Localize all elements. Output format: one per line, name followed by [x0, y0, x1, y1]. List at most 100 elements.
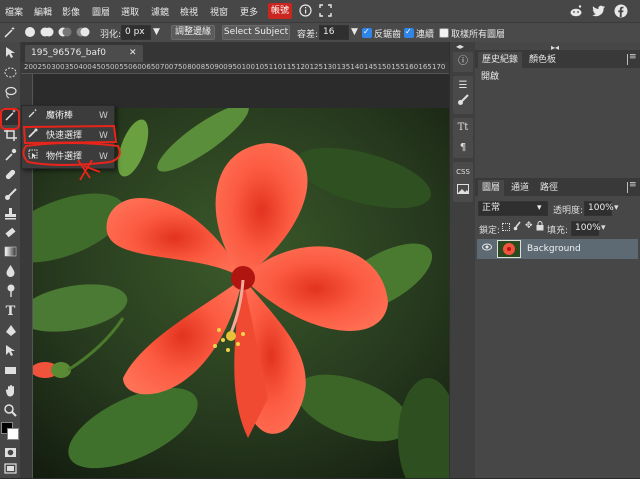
- brush-tool-icon[interactable]: [2, 188, 19, 205]
- properties-panel-icon[interactable]: ☰: [453, 76, 473, 96]
- info-icon[interactable]: [298, 4, 312, 18]
- eye-icon[interactable]: [482, 243, 492, 254]
- feather-dropdown-icon[interactable]: ▼: [153, 27, 160, 37]
- fill-label: 填充:: [547, 226, 569, 236]
- background-color-swatch[interactable]: [7, 428, 19, 440]
- quick-mask-icon[interactable]: [2, 446, 19, 463]
- fullscreen-icon[interactable]: [318, 4, 332, 18]
- contiguous-checkbox[interactable]: [404, 27, 414, 38]
- antialias-checkbox[interactable]: [362, 27, 372, 38]
- eraser-tool-icon[interactable]: [2, 226, 19, 243]
- tab-swatches[interactable]: 顏色板: [525, 52, 560, 68]
- paragraph-panel-icon[interactable]: ¶: [453, 138, 473, 158]
- marquee-tool-icon[interactable]: [2, 66, 19, 83]
- tab-paths[interactable]: 路徑: [536, 180, 562, 196]
- sample-all-layers-checkbox[interactable]: [439, 28, 449, 38]
- fill-input[interactable]: 100%: [571, 221, 601, 236]
- zoom-tool-icon[interactable]: [2, 404, 19, 421]
- history-panel-menu-icon[interactable]: [627, 52, 637, 65]
- menu-window[interactable]: 視窗: [210, 5, 228, 18]
- hand-tool-icon[interactable]: [2, 384, 19, 401]
- document-tab[interactable]: 195_96576_baf0 ✕: [25, 45, 143, 62]
- select-subject-button[interactable]: Select Subject: [222, 25, 290, 40]
- contiguous-label: 連續: [416, 30, 435, 40]
- add-selection-icon[interactable]: [40, 26, 54, 41]
- new-selection-icon[interactable]: [24, 26, 36, 41]
- ruler-tick-label: 900: [214, 63, 228, 71]
- fill-dropdown-icon[interactable]: ▾: [601, 223, 606, 233]
- tolerance-dropdown-icon[interactable]: ▼: [351, 27, 358, 37]
- move-tool-icon[interactable]: [2, 46, 19, 63]
- ruler-tick-label: 145: [364, 63, 378, 71]
- collapse-arrows-icon[interactable]: ◂▸: [456, 42, 464, 51]
- menu-image[interactable]: 影像: [62, 5, 80, 18]
- lock-label: 鎖定:: [479, 226, 501, 236]
- ruler-tick-label: 135: [336, 63, 351, 71]
- subtract-selection-icon[interactable]: [58, 26, 72, 41]
- ruler-tick-label: 120: [296, 63, 310, 71]
- blend-mode-select[interactable]: 正常 ▾: [478, 201, 548, 216]
- ruler-tick-label: 160: [404, 63, 419, 71]
- document-tab-bar: 195_96576_baf0 ✕: [21, 42, 449, 62]
- reddit-icon[interactable]: [569, 4, 583, 18]
- tab-channels[interactable]: 通道: [507, 180, 533, 196]
- layer-row-background[interactable]: Background: [477, 239, 638, 259]
- ruler-tick-label: 400: [78, 63, 92, 71]
- ruler-tick-label: 550: [119, 63, 133, 71]
- tab-layers[interactable]: 圖層: [478, 180, 505, 196]
- blend-mode-value: 正常: [482, 203, 501, 213]
- account-button[interactable]: 帳號: [268, 3, 292, 19]
- screen-mode-icon[interactable]: [2, 462, 19, 479]
- document-tab-name: 195_96576_baf0: [31, 48, 106, 58]
- close-tab-icon[interactable]: ✕: [129, 45, 137, 62]
- lock-all-icon[interactable]: [536, 221, 544, 234]
- image-panel-icon[interactable]: [453, 182, 473, 202]
- gradient-tool-icon[interactable]: [2, 245, 19, 262]
- menu-select[interactable]: 選取: [121, 5, 139, 18]
- right-panels: ▸◂ 歷史紀錄 顏色板 開啟 圖層 通道 路徑 正常 ▾ 透明度: 100% ▾…: [475, 42, 640, 478]
- ruler-tick-label: 850: [200, 63, 215, 71]
- ruler-tick-label: 170: [432, 63, 446, 71]
- intersect-selection-icon[interactable]: [76, 26, 90, 41]
- path-select-tool-icon[interactable]: [2, 344, 19, 361]
- horizontal-ruler: 200 250 300 350 400 450 500 550 600 650 700 750 800 8…: [21, 62, 449, 74]
- twitter-icon[interactable]: [592, 4, 606, 18]
- menu-filter[interactable]: 濾鏡: [151, 5, 169, 18]
- clone-stamp-tool-icon[interactable]: [2, 207, 19, 224]
- lock-transparency-icon[interactable]: [502, 223, 510, 231]
- lock-pixels-icon[interactable]: [513, 221, 522, 234]
- pen-tool-icon[interactable]: [2, 324, 19, 341]
- antialias-label: 反鋸齒: [374, 30, 402, 40]
- type-tool-icon[interactable]: T: [2, 303, 19, 320]
- opacity-input[interactable]: 100%: [584, 201, 614, 216]
- opacity-label: 透明度:: [553, 206, 584, 216]
- brush-panel-icon[interactable]: [453, 94, 473, 114]
- menu-file[interactable]: 檔案: [5, 5, 23, 18]
- ruler-tick-label: 105: [255, 63, 269, 71]
- feather-input[interactable]: 0 px: [121, 25, 151, 40]
- sample-all-layers-label: 取樣所有圖層: [451, 30, 506, 40]
- opacity-dropdown-icon[interactable]: ▾: [614, 203, 619, 213]
- menu-more[interactable]: 更多: [240, 5, 258, 18]
- ruler-tick-label: 115: [282, 63, 296, 71]
- layers-panel-menu-icon[interactable]: [627, 180, 637, 193]
- menu-view[interactable]: 檢視: [180, 5, 198, 18]
- history-panel-tabs: 歷史紀錄 顏色板: [475, 50, 640, 68]
- lock-position-icon[interactable]: ✥: [525, 221, 533, 231]
- tolerance-input[interactable]: 16: [319, 25, 349, 40]
- info-panel-icon[interactable]: ⓘ: [453, 52, 473, 72]
- ruler-tick-label: 200: [24, 63, 38, 71]
- layer-name: Background: [527, 244, 581, 254]
- tab-history[interactable]: 歷史紀錄: [478, 52, 523, 68]
- history-item[interactable]: 開啟: [477, 70, 638, 84]
- css-panel-icon[interactable]: CSS: [453, 162, 473, 182]
- facebook-icon[interactable]: [614, 4, 628, 18]
- blur-tool-icon[interactable]: [2, 264, 19, 281]
- shape-tool-icon[interactable]: [2, 364, 19, 381]
- character-panel-icon[interactable]: Tt: [453, 118, 473, 138]
- dodge-tool-icon[interactable]: [2, 284, 19, 301]
- ruler-tick-label: 250: [37, 63, 51, 71]
- menu-edit[interactable]: 編輯: [34, 5, 52, 18]
- refine-edge-button[interactable]: 調整邊緣: [171, 25, 215, 40]
- menu-layer[interactable]: 圖層: [92, 5, 110, 18]
